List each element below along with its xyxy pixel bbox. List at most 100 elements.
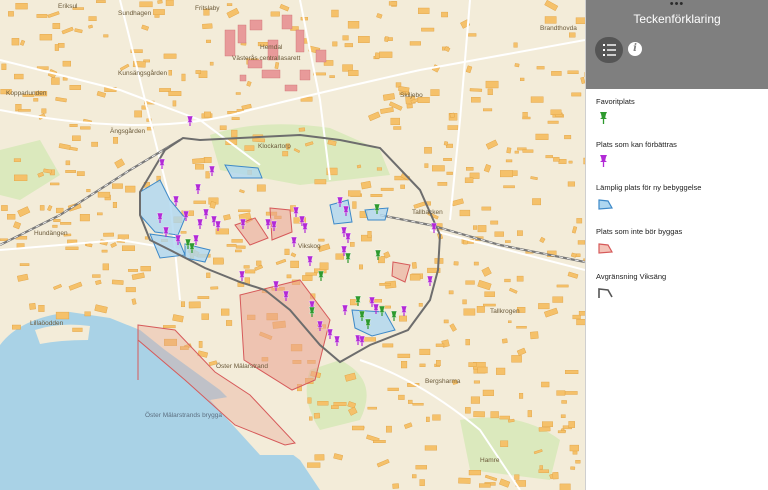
map-view[interactable]: Hemdal Västerås centrallasarett Klockart… — [0, 0, 585, 490]
building-block — [465, 339, 470, 346]
building-block — [111, 279, 124, 285]
building-block — [462, 299, 467, 305]
building-block — [473, 225, 478, 230]
building-block — [443, 319, 449, 324]
building-block — [194, 164, 204, 170]
building-block — [536, 66, 545, 70]
building-block — [92, 274, 101, 278]
more-options-icon[interactable]: ••• — [586, 0, 768, 10]
building-block — [490, 220, 499, 225]
building-block — [348, 70, 359, 77]
building-block — [91, 141, 99, 147]
building-block — [380, 187, 394, 191]
building-block — [318, 238, 325, 242]
building-block — [412, 403, 424, 406]
building-block — [15, 3, 28, 10]
building-block — [8, 11, 14, 17]
building-block — [52, 224, 58, 228]
building-block — [561, 400, 567, 404]
info-button[interactable]: i — [628, 42, 642, 56]
building-block — [556, 390, 566, 396]
building-block — [499, 415, 510, 420]
legend-toggle-button[interactable] — [595, 37, 623, 63]
building-block — [449, 112, 456, 119]
building-block — [58, 43, 65, 48]
legend-label: Favoritplats — [596, 97, 635, 106]
building-block — [39, 205, 45, 211]
building-block — [494, 231, 504, 237]
building-block — [424, 147, 432, 154]
building-block — [568, 160, 573, 164]
building-block — [556, 284, 569, 288]
building-block — [202, 23, 213, 30]
building-block — [69, 123, 78, 127]
building-block — [552, 472, 559, 480]
building-block — [483, 303, 496, 307]
building-block — [226, 3, 233, 6]
list-icon — [603, 44, 616, 56]
building-block — [140, 266, 151, 272]
building-block — [522, 116, 531, 120]
building-block — [535, 133, 549, 140]
building-block — [409, 41, 421, 46]
building-block — [466, 166, 474, 171]
building-block — [69, 84, 81, 90]
map-label-viksang: Vikskog — [298, 243, 321, 250]
building-block — [570, 466, 576, 470]
map-label-lillaodden: Lillaöodden — [30, 320, 64, 327]
building-block — [551, 71, 562, 76]
legend-panel: ••• Teckenförklaring i Favoritplats Plat… — [585, 0, 768, 490]
building-block — [235, 92, 241, 95]
building-block — [270, 11, 280, 17]
building-block — [532, 198, 542, 206]
building-block — [484, 291, 495, 297]
building-block — [62, 60, 72, 67]
building-block — [557, 430, 566, 434]
building-block — [507, 418, 515, 423]
building-block — [464, 177, 474, 183]
building-block — [441, 11, 448, 18]
building-block — [514, 63, 520, 68]
building-block — [352, 425, 365, 431]
building-block — [359, 264, 363, 270]
building-block — [125, 287, 136, 293]
building-block — [298, 127, 306, 132]
map-label-hamre: Hamre — [480, 457, 500, 464]
building-block — [544, 16, 557, 24]
building-block — [55, 311, 70, 320]
building-block — [363, 337, 376, 342]
building-block — [392, 483, 400, 489]
building-block — [53, 218, 61, 222]
building-block — [165, 0, 174, 6]
building-block — [234, 249, 242, 253]
building-block — [79, 213, 90, 222]
building-block — [569, 32, 576, 38]
building-block — [367, 406, 377, 410]
building-block — [33, 98, 39, 102]
map-label-oster-malarstrand: Öster Mälarstrand — [216, 362, 268, 370]
building-block — [538, 303, 550, 310]
building-block — [487, 88, 493, 96]
building-block — [13, 158, 21, 162]
building-block — [117, 234, 130, 239]
building-block — [559, 483, 571, 490]
building-block — [329, 75, 335, 78]
building-block — [307, 397, 312, 404]
building-block — [333, 402, 347, 406]
building-block — [415, 465, 428, 470]
building-block — [203, 111, 211, 118]
building-block — [483, 108, 493, 112]
building-block — [226, 244, 237, 247]
building-block — [317, 401, 329, 406]
building-block — [125, 185, 136, 193]
building-block — [1, 205, 8, 211]
green-pin-icon — [600, 112, 607, 124]
building-block — [481, 206, 492, 211]
building-block — [97, 191, 111, 198]
building-block — [514, 474, 520, 480]
building-block — [370, 193, 383, 197]
building-block — [52, 23, 61, 29]
building-block — [243, 265, 250, 269]
building-block — [401, 361, 408, 369]
building-block — [157, 0, 163, 4]
